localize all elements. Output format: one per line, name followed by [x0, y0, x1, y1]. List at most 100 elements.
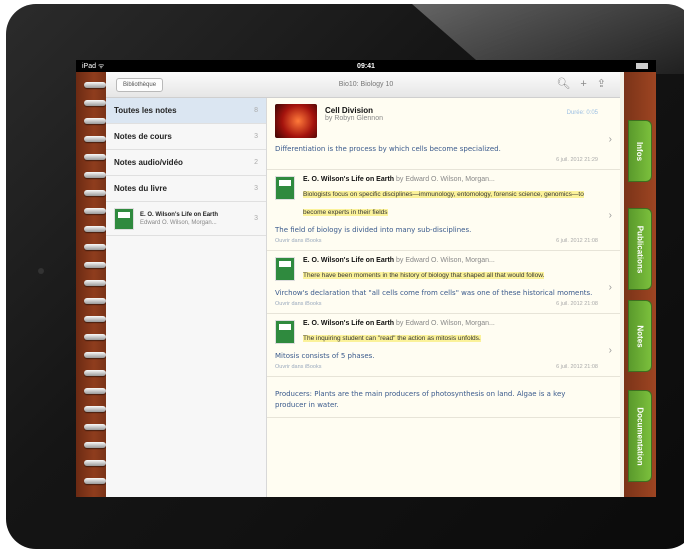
note-book-line: E. O. Wilson's Life on Earth by Edward O… [303, 176, 598, 183]
status-bar: iPad ᯤ 09:41 [76, 60, 656, 72]
open-in-ibooks-link[interactable]: Ouvrir dans iBooks [275, 238, 321, 244]
binder-ring [84, 280, 106, 286]
tab-infos[interactable]: Infos [628, 120, 652, 182]
sidebar-item-count: 3 [254, 133, 258, 140]
sidebar-item-count: 2 [254, 159, 258, 166]
book-title: E. O. Wilson's Life on Earth [140, 211, 219, 218]
note-date: 6 juil. 2012 21:29 [556, 157, 598, 163]
binder-ring [84, 424, 106, 430]
note-meta: 6 juil. 2012 21:29 [275, 157, 598, 163]
library-button[interactable]: Bibliothèque [116, 77, 164, 92]
book-info: E. O. Wilson's Life on Earth Edward O. W… [140, 211, 218, 227]
note-thumbnail [275, 104, 317, 138]
binder-ring [84, 388, 106, 394]
course-title: Bio10: Biology 10 [338, 81, 394, 88]
binder-ring [84, 316, 106, 322]
note-text: Virchow's declaration that "all cells co… [275, 289, 593, 297]
sidebar-item-count: 8 [254, 107, 258, 114]
note-highlight: Biologists focus on specific disciplines… [303, 191, 584, 216]
sidebar-item-label: Notes de cours [114, 132, 172, 141]
note-text: Mitosis consists of 5 phases. [275, 352, 375, 360]
share-icon[interactable]: ⇪ [597, 78, 606, 90]
binder-ring [84, 244, 106, 250]
note-producers[interactable]: Producers: Plants are the main producers… [267, 377, 620, 418]
note-cell-division[interactable]: Cell Division by Robyn Glennon Durée: 0:… [267, 98, 620, 170]
note-date: 6 juil. 2012 21:08 [556, 364, 598, 370]
sidebar-item-all-notes[interactable]: Toutes les notes 8 [106, 98, 266, 124]
note-book-title: E. O. Wilson's Life on Earth [303, 320, 395, 327]
sidebar-item-count: 3 [254, 215, 258, 222]
note-book-row: E. O. Wilson's Life on Earth by Edward O… [275, 176, 598, 219]
note-byline: by Robyn Glennon [325, 115, 383, 122]
note-title: Cell Division [325, 106, 374, 115]
search-icon[interactable]: 🔍︎ [556, 78, 570, 90]
open-in-ibooks-link[interactable]: Ouvrir dans iBooks [275, 301, 321, 307]
chevron-right-icon[interactable]: › [609, 282, 612, 293]
ipad-screen: iPad ᯤ 09:41 Bibliothèque Bio10: Biology… [76, 60, 656, 497]
binder-ring [84, 334, 106, 340]
binder-ring [84, 82, 106, 88]
note-highlight: There have been moments in the history o… [303, 272, 545, 279]
note-text: Producers: Plants are the main producers… [275, 390, 566, 409]
tab-documentation[interactable]: Documentation [628, 390, 652, 482]
book-cover [275, 176, 295, 200]
sidebar-item-label: Notes audio/vidéo [114, 158, 183, 167]
note-book-byline: by Edward O. Wilson, Morgan... [396, 176, 495, 183]
binder-ring [84, 370, 106, 376]
note-header: Cell Division by Robyn Glennon [275, 104, 598, 138]
note-book-body: E. O. Wilson's Life on Earth by Edward O… [303, 176, 598, 219]
binder-leather-left [76, 72, 106, 497]
note-book-byline: by Edward O. Wilson, Morgan... [396, 320, 495, 327]
tab-notes[interactable]: Notes [628, 300, 652, 372]
sidebar-item-book-notes[interactable]: Notes du livre 3 [106, 176, 266, 202]
sidebar-item-book[interactable]: E. O. Wilson's Life on Earth Edward O. W… [106, 202, 266, 236]
binder-ring [84, 226, 106, 232]
binder-ring [84, 118, 106, 124]
tab-label: Documentation [635, 406, 645, 466]
chevron-right-icon[interactable]: › [609, 210, 612, 221]
note-title-box: Cell Division by Robyn Glennon [325, 104, 383, 138]
note-book-body: E. O. Wilson's Life on Earth by Edward O… [303, 320, 598, 345]
binder-ring [84, 352, 106, 358]
ipad-device: iPad ᯤ 09:41 Bibliothèque Bio10: Biology… [0, 0, 684, 551]
binder-ring [84, 154, 106, 160]
notes-page: Bibliothèque Bio10: Biology 10 🔍︎ + ⇪ To… [106, 72, 620, 497]
note-book-byline: by Edward O. Wilson, Morgan... [396, 257, 495, 264]
binder-ring [84, 478, 106, 484]
binder-ring [84, 298, 106, 304]
binder-ring [84, 406, 106, 412]
note-text: The field of biology is divided into man… [275, 226, 472, 234]
tab-publications[interactable]: Publications [628, 208, 652, 290]
note-book-highlight[interactable]: E. O. Wilson's Life on Earth by Edward O… [267, 170, 620, 251]
add-icon[interactable]: + [580, 78, 586, 90]
note-highlight: The inquiring student can "read" the act… [303, 335, 481, 342]
note-book-line: E. O. Wilson's Life on Earth by Edward O… [303, 257, 598, 264]
notes-list: Cell Division by Robyn Glennon Durée: 0:… [267, 98, 620, 497]
note-book-highlight[interactable]: E. O. Wilson's Life on Earth by Edward O… [267, 251, 620, 314]
battery-icon [636, 63, 648, 69]
note-book-line: E. O. Wilson's Life on Earth by Edward O… [303, 320, 598, 327]
note-text: Differentiation is the process by which … [275, 145, 501, 153]
note-duration: Durée: 0:05 [566, 110, 598, 116]
note-meta: Ouvrir dans iBooks 6 juil. 2012 21:08 [275, 238, 598, 244]
book-author: Edward O. Wilson, Morgan... [140, 219, 217, 226]
book-cover [275, 257, 295, 281]
chevron-right-icon[interactable]: › [609, 345, 612, 356]
tab-label: Infos [635, 141, 645, 161]
note-meta: Ouvrir dans iBooks 6 juil. 2012 21:08 [275, 364, 598, 370]
sidebar-item-audio-video-notes[interactable]: Notes audio/vidéo 2 [106, 150, 266, 176]
binder-ring [84, 136, 106, 142]
toolbar-icons: 🔍︎ + ⇪ [556, 78, 606, 90]
sidebar-item-course-notes[interactable]: Notes de cours 3 [106, 124, 266, 150]
toolbar: Bibliothèque Bio10: Biology 10 🔍︎ + ⇪ [106, 72, 620, 98]
open-in-ibooks-link[interactable]: Ouvrir dans iBooks [275, 364, 321, 370]
binder-ring [84, 190, 106, 196]
note-book-highlight[interactable]: E. O. Wilson's Life on Earth by Edward O… [267, 314, 620, 377]
note-book-body: E. O. Wilson's Life on Earth by Edward O… [303, 257, 598, 282]
chevron-right-icon[interactable]: › [609, 134, 612, 145]
book-cover [114, 207, 134, 230]
note-book-row: E. O. Wilson's Life on Earth by Edward O… [275, 257, 598, 282]
clock: 09:41 [357, 62, 375, 70]
note-book-row: E. O. Wilson's Life on Earth by Edward O… [275, 320, 598, 345]
sidebar-item-count: 3 [254, 185, 258, 192]
